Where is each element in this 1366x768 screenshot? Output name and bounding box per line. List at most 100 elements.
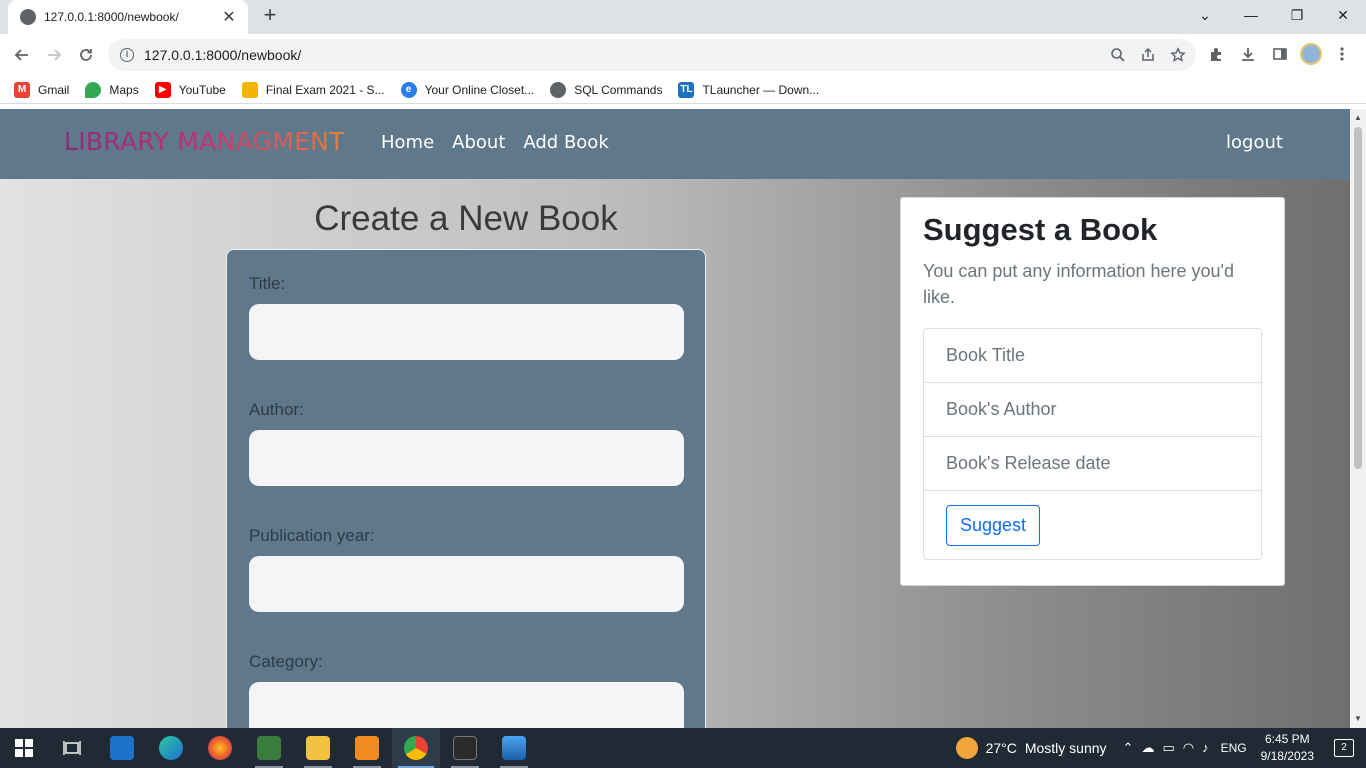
zoom-icon[interactable] bbox=[1110, 47, 1126, 63]
suggest-release-date-item: Book's Release date bbox=[924, 437, 1261, 491]
page-title: Create a New Book bbox=[314, 199, 618, 238]
photos-icon bbox=[502, 736, 526, 760]
back-arrow-icon bbox=[14, 49, 28, 61]
category-input[interactable] bbox=[249, 682, 684, 728]
bookmark-label: Gmail bbox=[38, 82, 70, 97]
bookmark-youtube[interactable]: ▶ YouTube bbox=[154, 81, 226, 98]
onedrive-cloud-icon[interactable]: ☁ bbox=[1141, 740, 1154, 756]
url-text[interactable]: 127.0.0.1:8000/newbook/ bbox=[144, 47, 1110, 63]
mail-icon bbox=[110, 736, 134, 760]
input-language[interactable]: ENG bbox=[1221, 741, 1247, 755]
bookmark-sql-commands[interactable]: SQL Commands bbox=[550, 81, 663, 98]
youtube-icon: ▶ bbox=[154, 81, 171, 98]
taskbar-photos[interactable] bbox=[490, 728, 538, 768]
bookmark-label: Maps bbox=[109, 82, 139, 97]
site-brand[interactable]: LIBRARY MANAGMENT bbox=[64, 127, 345, 156]
restore-button[interactable]: ❐ bbox=[1274, 0, 1320, 30]
site-navbar: LIBRARY MANAGMENT Home About Add Book lo… bbox=[0, 109, 1350, 179]
suggest-button-row: Suggest bbox=[924, 491, 1261, 559]
bookmark-online-closet[interactable]: e Your Online Closet... bbox=[400, 81, 535, 98]
edge-icon bbox=[159, 736, 183, 760]
taskbar-mail[interactable] bbox=[98, 728, 146, 768]
suggest-title: Suggest a Book bbox=[923, 212, 1158, 247]
site-info-icon[interactable]: i bbox=[120, 48, 134, 62]
sublime-text-icon bbox=[355, 736, 379, 760]
taskbar-edge[interactable] bbox=[147, 728, 195, 768]
show-hidden-icons-icon[interactable]: ⌃ bbox=[1123, 740, 1134, 756]
bookmarks-bar: M Gmail Maps ▶ YouTube Final Exam 2021 -… bbox=[0, 76, 1366, 104]
gmail-icon: M bbox=[14, 81, 30, 98]
tray-icons: ⌃ ☁ ▭ ◠ ♪ bbox=[1123, 740, 1209, 756]
taskbar-file-explorer[interactable] bbox=[294, 728, 342, 768]
start-button[interactable] bbox=[0, 728, 48, 768]
bookmark-star-icon[interactable] bbox=[1170, 47, 1186, 63]
folder-icon bbox=[306, 736, 330, 760]
notification-center-icon[interactable]: 2 bbox=[1334, 739, 1354, 757]
extensions-icon[interactable] bbox=[1204, 42, 1228, 66]
download-icon[interactable] bbox=[1236, 42, 1260, 66]
back-button[interactable] bbox=[6, 39, 38, 71]
taskbar-terminal[interactable] bbox=[441, 728, 489, 768]
reload-button[interactable] bbox=[70, 39, 102, 71]
nav-links: Home About Add Book bbox=[381, 132, 609, 153]
author-input[interactable] bbox=[249, 430, 684, 486]
maps-icon bbox=[85, 81, 102, 98]
globe-icon bbox=[550, 81, 567, 98]
profile-avatar[interactable] bbox=[1300, 43, 1322, 65]
new-tab-button[interactable]: + bbox=[258, 4, 282, 28]
browser-tab[interactable]: 127.0.0.1:8000/newbook/ ✕ bbox=[8, 0, 248, 34]
nav-home-link[interactable]: Home bbox=[381, 132, 434, 153]
address-bar[interactable]: i 127.0.0.1:8000/newbook/ bbox=[108, 39, 1196, 71]
publication-year-input[interactable] bbox=[249, 556, 684, 612]
taskbar-chrome[interactable] bbox=[392, 728, 440, 768]
clock-date: 9/18/2023 bbox=[1260, 749, 1314, 763]
nav-add-book-link[interactable]: Add Book bbox=[523, 132, 608, 153]
bookmark-final-exam[interactable]: Final Exam 2021 - S... bbox=[241, 81, 385, 98]
battery-icon[interactable]: ▭ bbox=[1162, 740, 1174, 756]
forward-button[interactable] bbox=[38, 39, 70, 71]
side-panel-icon[interactable] bbox=[1268, 42, 1292, 66]
volume-icon[interactable]: ♪ bbox=[1202, 740, 1209, 756]
weather-widget[interactable]: 27°C Mostly sunny bbox=[955, 737, 1107, 759]
close-window-button[interactable]: ✕ bbox=[1320, 0, 1366, 30]
task-view-icon bbox=[63, 741, 81, 755]
bookmark-label: Your Online Closet... bbox=[424, 82, 535, 97]
share-icon[interactable] bbox=[1140, 47, 1156, 63]
new-book-form: Title: Author: Publication year: Categor… bbox=[226, 249, 706, 728]
bookmark-gmail[interactable]: M Gmail bbox=[14, 81, 70, 98]
nav-about-link[interactable]: About bbox=[452, 132, 505, 153]
logout-link[interactable]: logout bbox=[1226, 132, 1283, 153]
system-clock[interactable]: 6:45 PM 9/18/2023 bbox=[1261, 731, 1314, 765]
bookmark-tlauncher[interactable]: TL TLauncher — Down... bbox=[678, 81, 819, 98]
windows-taskbar: 27°C Mostly sunny ⌃ ☁ ▭ ◠ ♪ ENG 6:45 PM … bbox=[0, 728, 1366, 768]
tab-strip: 127.0.0.1:8000/newbook/ ✕ + ⌄ — ❐ ✕ bbox=[0, 0, 1366, 34]
forward-arrow-icon bbox=[48, 49, 62, 61]
taskbar-sublime[interactable] bbox=[343, 728, 391, 768]
browser-toolbar: i 127.0.0.1:8000/newbook/ bbox=[0, 34, 1366, 76]
scroll-up-arrow-icon[interactable]: ▲ bbox=[1350, 111, 1366, 125]
title-input[interactable] bbox=[249, 304, 684, 360]
taskbar-matlab[interactable] bbox=[245, 728, 293, 768]
weather-temperature: 27°C bbox=[985, 740, 1017, 756]
reload-icon bbox=[80, 49, 92, 61]
tab-search-icon[interactable]: ⌄ bbox=[1182, 0, 1228, 30]
task-view-button[interactable] bbox=[48, 728, 96, 768]
chart-app-icon bbox=[257, 736, 281, 760]
taskbar-firefox[interactable] bbox=[196, 728, 244, 768]
closet-icon: e bbox=[400, 81, 417, 98]
suggest-button[interactable]: Suggest bbox=[946, 504, 1041, 546]
tab-close-icon[interactable]: ✕ bbox=[220, 7, 238, 27]
wifi-icon[interactable]: ◠ bbox=[1183, 740, 1194, 756]
weather-condition: Mostly sunny bbox=[1024, 740, 1107, 756]
page-scrollbar[interactable]: ▲ ▼ bbox=[1350, 109, 1366, 728]
browser-menu-icon[interactable] bbox=[1330, 42, 1354, 66]
firefox-icon bbox=[208, 736, 232, 760]
scroll-down-arrow-icon[interactable]: ▼ bbox=[1350, 712, 1366, 726]
window-controls: ⌄ — ❐ ✕ bbox=[1182, 0, 1366, 30]
bookmark-label: SQL Commands bbox=[574, 82, 663, 97]
publication-year-label: Publication year: bbox=[249, 526, 375, 545]
scrollbar-thumb[interactable] bbox=[1354, 127, 1362, 469]
minimize-button[interactable]: — bbox=[1228, 0, 1274, 30]
bookmark-maps[interactable]: Maps bbox=[85, 81, 139, 98]
category-label: Category: bbox=[249, 652, 323, 671]
